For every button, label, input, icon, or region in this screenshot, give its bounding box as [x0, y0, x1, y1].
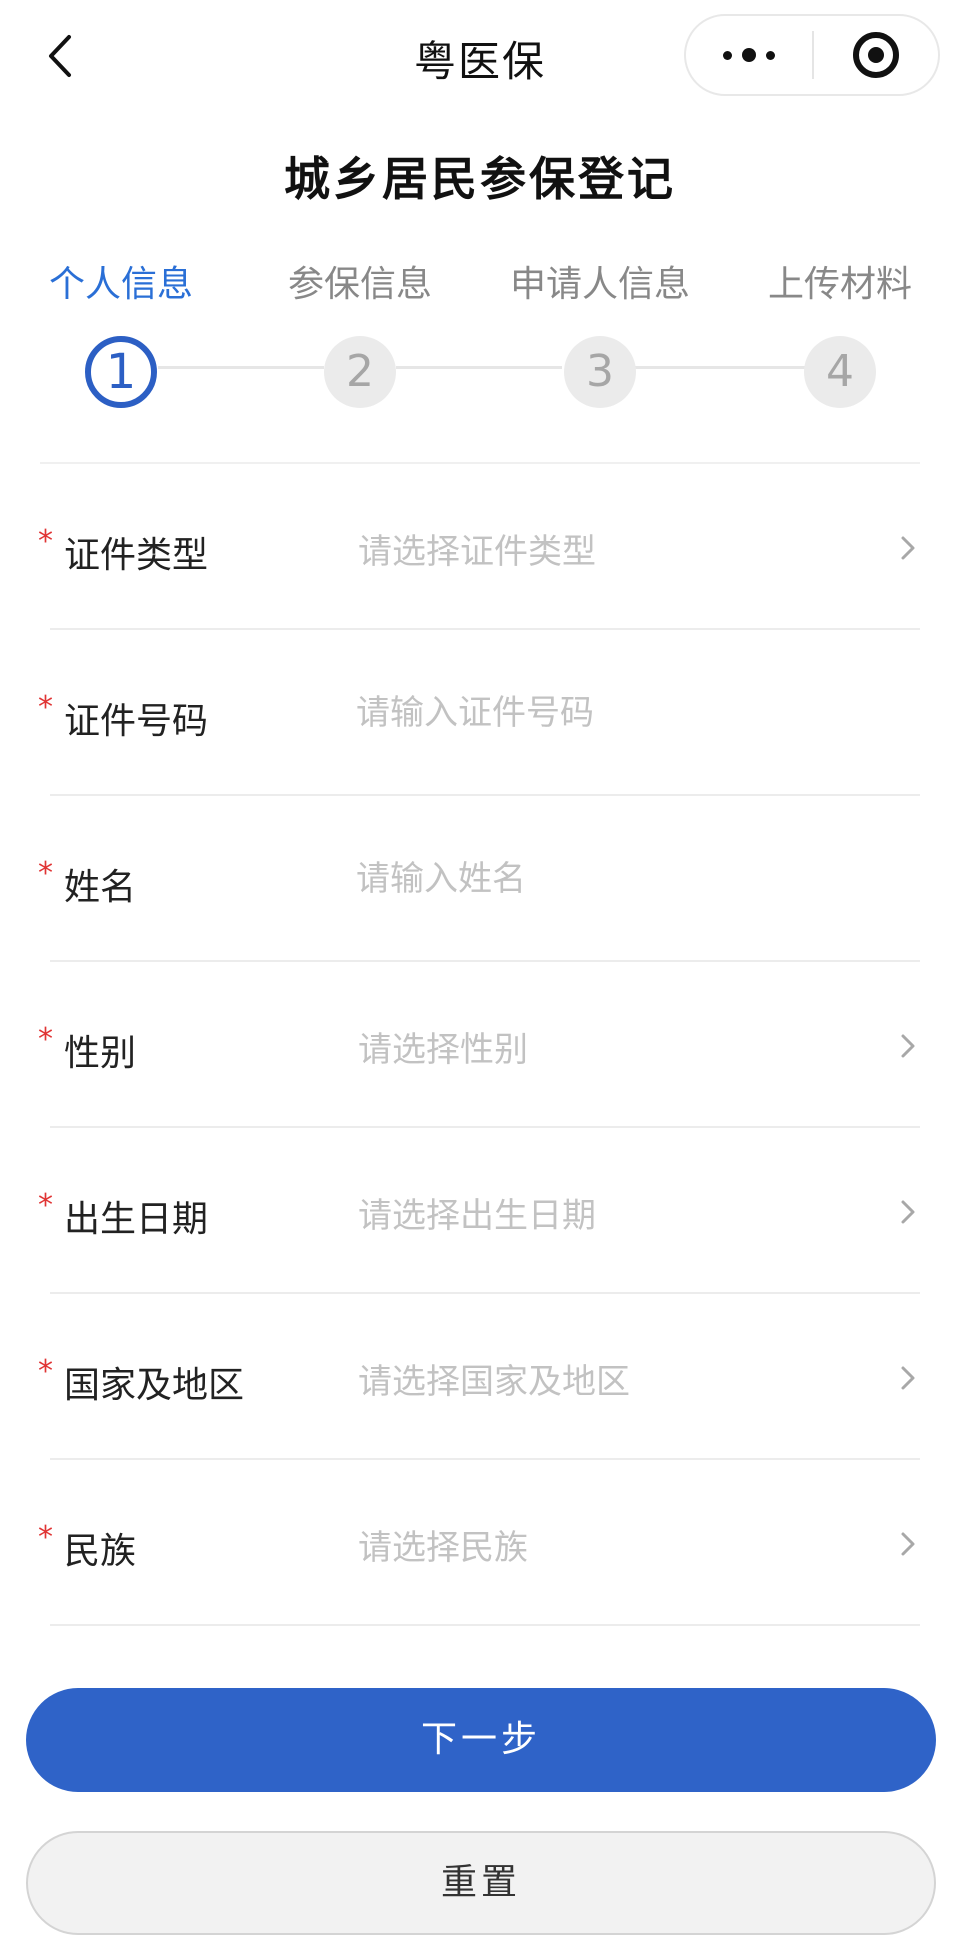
field-label: 国家及地区	[64, 1365, 245, 1406]
required-mark: *	[38, 1188, 53, 1223]
registration-form: * 证件类型 请选择证件类型 * 证件号码 * 姓名 * 性别 请选择性别 * …	[0, 464, 960, 1626]
step-insurance-info: 参保信息 2	[240, 260, 480, 408]
step-connector	[158, 366, 324, 369]
target-icon	[853, 32, 899, 78]
step-label: 申请人信息	[509, 264, 690, 305]
required-mark: *	[38, 856, 53, 891]
close-mini-program-button[interactable]	[814, 16, 938, 94]
select-placeholder: 请选择出生日期	[358, 1196, 596, 1236]
step-personal-info: 个人信息 1	[1, 260, 241, 408]
step-connector	[634, 366, 806, 369]
next-step-button[interactable]: 下一步	[26, 1688, 936, 1792]
field-label: 性别	[64, 1033, 137, 1074]
step-label: 个人信息	[48, 264, 193, 305]
id-number-row: * 证件号码	[0, 630, 960, 796]
more-button[interactable]	[686, 16, 812, 94]
chevron-right-icon	[901, 1200, 915, 1224]
step-label: 参保信息	[287, 264, 432, 305]
step-number: 3	[564, 336, 636, 408]
step-upload-materials: 上传材料 4	[720, 260, 960, 408]
mini-program-capsule	[684, 14, 940, 96]
select-placeholder: 请选择民族	[358, 1528, 528, 1568]
field-label: 证件类型	[64, 535, 209, 576]
chevron-right-icon	[901, 536, 915, 560]
step-number: 2	[324, 336, 396, 408]
step-number: 4	[804, 336, 876, 408]
country-region-select[interactable]: * 国家及地区 请选择国家及地区	[0, 1294, 960, 1460]
navigation-bar: 粤医保	[0, 0, 960, 115]
ethnicity-select[interactable]: * 民族 请选择民族	[0, 1460, 960, 1626]
field-label: 出生日期	[64, 1199, 209, 1240]
required-mark: *	[38, 524, 53, 559]
chevron-right-icon	[901, 1034, 915, 1058]
required-mark: *	[38, 1520, 53, 1555]
step-label: 上传材料	[767, 264, 912, 305]
more-dots-icon	[723, 50, 732, 60]
name-input[interactable]	[356, 854, 876, 904]
select-placeholder: 请选择性别	[358, 1030, 528, 1070]
select-placeholder: 请选择国家及地区	[358, 1362, 630, 1402]
field-label: 民族	[64, 1531, 137, 1572]
required-mark: *	[38, 690, 53, 725]
id-type-select[interactable]: * 证件类型 请选择证件类型	[0, 464, 960, 630]
step-number: 1	[85, 336, 157, 408]
id-number-input[interactable]	[356, 688, 876, 738]
birth-date-select[interactable]: * 出生日期 请选择出生日期	[0, 1128, 960, 1294]
chevron-right-icon	[901, 1366, 915, 1390]
row-divider	[50, 1624, 920, 1626]
field-label: 姓名	[64, 867, 137, 908]
gender-select[interactable]: * 性别 请选择性别	[0, 962, 960, 1128]
step-applicant-info: 申请人信息 3	[480, 260, 720, 408]
page-title: 城乡居民参保登记	[284, 152, 676, 206]
name-row: * 姓名	[0, 796, 960, 962]
progress-stepper: 个人信息 1 参保信息 2 申请人信息 3 上传材料 4	[0, 260, 960, 420]
select-placeholder: 请选择证件类型	[358, 532, 596, 572]
chevron-right-icon	[901, 1532, 915, 1556]
required-mark: *	[38, 1354, 53, 1389]
required-mark: *	[38, 1022, 53, 1057]
reset-button[interactable]: 重置	[26, 1831, 936, 1935]
step-connector	[396, 366, 562, 369]
field-label: 证件号码	[64, 701, 209, 742]
